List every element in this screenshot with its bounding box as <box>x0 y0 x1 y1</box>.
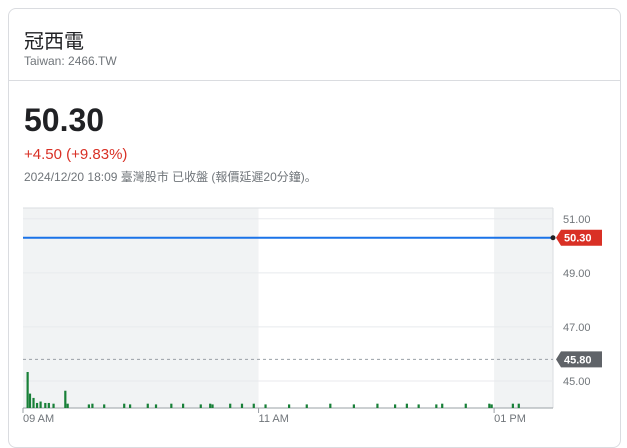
volume-bar <box>305 404 308 408</box>
volume-bar <box>28 393 32 408</box>
current-price-badge: 50.30 <box>556 229 602 246</box>
price-chart[interactable]: 51.00 49.00 47.00 45.00 09 AM 11 AM 01 PM 50.30… <box>0 0 627 435</box>
x-tick-label: 09 AM <box>23 413 54 425</box>
volume-bar <box>511 403 514 408</box>
volume-bar <box>441 403 444 408</box>
volume-bar <box>435 404 438 408</box>
price-line-endpoint <box>550 235 556 241</box>
volume-bar <box>129 404 132 408</box>
y-tick-label: 51.00 <box>563 214 591 226</box>
previous-close-badge: 45.80 <box>556 351 602 368</box>
volume-bar <box>352 404 355 408</box>
y-tick-label: 49.00 <box>563 268 591 280</box>
volume-bar <box>199 404 202 408</box>
volume-bar <box>182 403 185 408</box>
volume-bar <box>52 403 55 408</box>
volume-bar <box>209 403 212 408</box>
volume-bar <box>394 404 397 408</box>
previous-close-badge-text: 45.80 <box>564 354 592 366</box>
volume-bar <box>464 403 467 408</box>
volume-bar <box>517 403 520 408</box>
volume-bar <box>264 404 267 408</box>
volume-bar <box>47 402 50 408</box>
x-tick-label: 01 PM <box>494 413 526 425</box>
volume-bar <box>488 403 491 408</box>
volume-bar <box>211 404 214 408</box>
volume-bar <box>39 401 42 408</box>
volume-bar <box>64 390 67 408</box>
volume-bar <box>240 403 244 408</box>
volume-bar <box>229 403 232 408</box>
volume-bar <box>405 403 408 408</box>
x-tick-label: 11 AM <box>259 413 289 425</box>
volume-bar <box>376 403 379 408</box>
volume-bar <box>288 404 291 408</box>
y-tick-label: 47.00 <box>563 322 591 334</box>
volume-bar <box>44 402 47 408</box>
volume-bar <box>35 402 39 408</box>
volume-bar <box>154 404 158 408</box>
volume-bar <box>26 372 29 408</box>
volume-bar <box>170 403 173 408</box>
volume-bar <box>146 403 149 408</box>
volume-bar <box>32 397 35 408</box>
volume-bar <box>91 403 94 408</box>
current-price-badge-text: 50.30 <box>564 233 592 245</box>
volume-bar <box>123 403 126 408</box>
volume-bar <box>329 403 332 408</box>
volume-bar <box>66 403 69 408</box>
volume-bar <box>252 403 255 408</box>
volume-bar <box>103 404 106 408</box>
volume-bar <box>87 404 90 408</box>
volume-bar <box>417 404 420 408</box>
y-tick-label: 45.00 <box>563 376 591 388</box>
volume-bar <box>490 404 493 408</box>
